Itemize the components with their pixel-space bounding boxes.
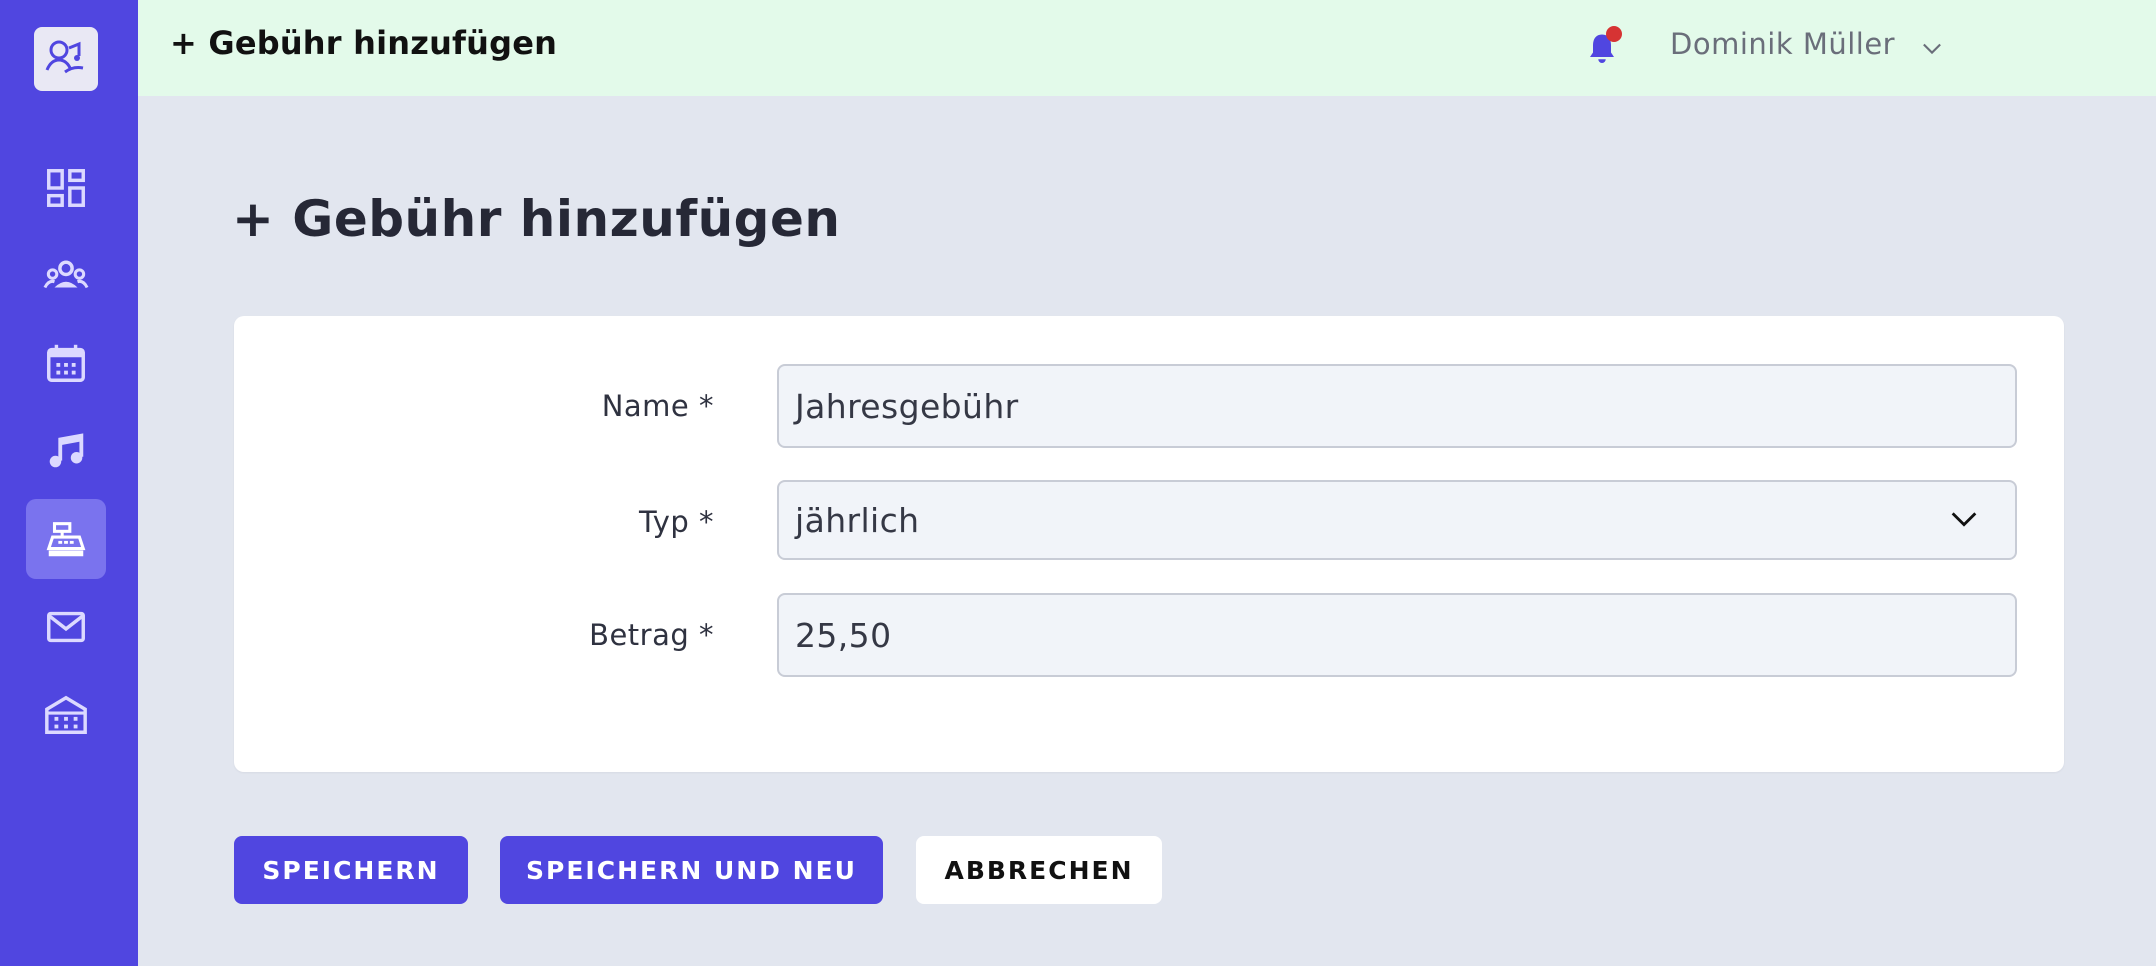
- amount-label: Betrag *: [589, 618, 714, 652]
- calendar-icon: [47, 344, 85, 382]
- type-select[interactable]: jährlich: [777, 480, 2017, 560]
- user-menu-name[interactable]: Dominik Müller: [1670, 27, 1895, 61]
- sidebar-item-members[interactable]: [26, 236, 106, 316]
- sidebar-item-warehouse[interactable]: [26, 675, 106, 755]
- save-and-new-button[interactable]: SPEICHERN UND NEU: [500, 836, 883, 904]
- members-icon: [43, 260, 89, 289]
- cash-register-icon: [46, 522, 86, 557]
- amount-field[interactable]: 25,50: [777, 593, 2017, 677]
- sidebar-item-calendar[interactable]: [26, 323, 106, 403]
- type-label: Typ *: [639, 505, 714, 539]
- page-title: + Gebühr hinzufügen: [232, 190, 841, 248]
- name-field[interactable]: Jahresgebühr: [777, 364, 2017, 448]
- notification-badge: [1606, 26, 1622, 42]
- chevron-down-icon[interactable]: [1918, 34, 1946, 62]
- header-title: + Gebühr hinzufügen: [170, 24, 558, 62]
- type-select-value: jährlich: [795, 500, 920, 540]
- save-button[interactable]: SPEICHERN: [234, 836, 468, 904]
- mail-icon: [47, 611, 85, 643]
- fee-form-card: Name * Jahresgebühr Typ * jährlich Betra…: [234, 316, 2064, 772]
- cancel-button[interactable]: ABBRECHEN: [916, 836, 1162, 904]
- sidebar-item-mail[interactable]: [26, 587, 106, 667]
- warehouse-icon: [45, 695, 87, 734]
- music-hands-logo-icon: [45, 40, 84, 74]
- sidebar-item-fees[interactable]: [26, 499, 106, 579]
- name-label: Name *: [601, 389, 714, 423]
- sidebar-item-music[interactable]: [26, 411, 106, 491]
- music-note-icon: [49, 433, 84, 468]
- chevron-down-icon: [1951, 512, 1977, 527]
- dashboard-icon: [47, 169, 85, 207]
- app-logo[interactable]: [34, 27, 98, 91]
- sidebar: [0, 0, 138, 966]
- sidebar-item-dashboard[interactable]: [26, 148, 106, 228]
